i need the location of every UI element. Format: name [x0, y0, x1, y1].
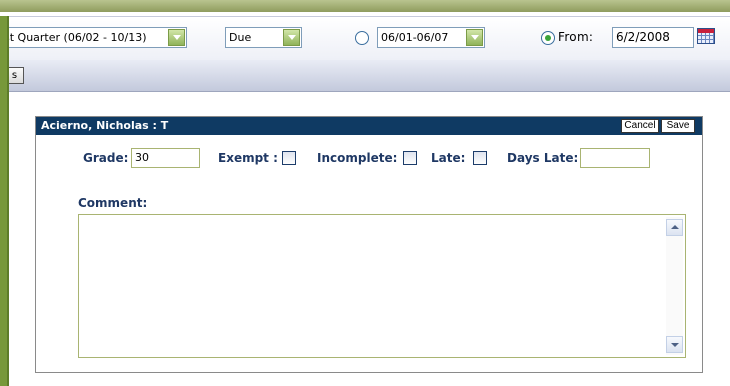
exempt-label: Exempt :	[218, 151, 278, 165]
comment-label: Comment:	[78, 196, 148, 210]
week-radio[interactable]	[355, 31, 369, 45]
week-select[interactable]: 06/01-06/07	[377, 27, 485, 48]
student-name: Acierno, Nicholas : T	[41, 119, 169, 132]
chevron-down-icon[interactable]	[466, 29, 483, 46]
days-late-label: Days Late:	[507, 151, 579, 165]
quarter-select[interactable]: st Quarter (06/02 - 10/13)	[0, 27, 187, 48]
calendar-icon[interactable]	[697, 28, 715, 44]
late-label: Late:	[431, 151, 466, 165]
secondary-toolbar	[0, 60, 730, 92]
save-button[interactable]: Save	[661, 119, 695, 133]
comment-scrollbar[interactable]	[666, 217, 683, 355]
incomplete-checkbox[interactable]	[403, 151, 417, 165]
chevron-down-icon[interactable]	[283, 29, 300, 46]
grade-label: Grade:	[83, 151, 129, 165]
incomplete-label: Incomplete:	[317, 151, 398, 165]
chevron-down-icon[interactable]	[168, 29, 185, 46]
due-select-value: Due	[229, 31, 252, 44]
late-checkbox[interactable]	[473, 151, 487, 165]
due-select[interactable]: Due	[225, 27, 302, 48]
quarter-select-value: st Quarter (06/02 - 10/13)	[4, 31, 147, 44]
from-date-input[interactable]: 6/2/2008	[612, 27, 694, 48]
left-frame-border-inner	[7, 16, 9, 386]
grade-input[interactable]: 30	[131, 148, 200, 168]
top-strip	[0, 0, 730, 12]
exempt-checkbox[interactable]	[282, 151, 296, 165]
grade-edit-panel: Acierno, Nicholas : T Cancel Save Grade:…	[35, 116, 703, 373]
scroll-down-icon[interactable]	[666, 336, 683, 353]
panel-header: Acierno, Nicholas : T Cancel Save	[36, 117, 702, 135]
week-select-value: 06/01-06/07	[381, 31, 449, 44]
from-label: From:	[558, 30, 594, 44]
cancel-button[interactable]: Cancel	[621, 119, 659, 133]
from-radio[interactable]	[541, 31, 555, 45]
scroll-up-icon[interactable]	[666, 219, 683, 236]
page: st Quarter (06/02 - 10/13) Due 06/01-06/…	[0, 0, 730, 386]
days-late-input[interactable]	[580, 148, 650, 168]
comment-textarea[interactable]	[78, 214, 686, 358]
